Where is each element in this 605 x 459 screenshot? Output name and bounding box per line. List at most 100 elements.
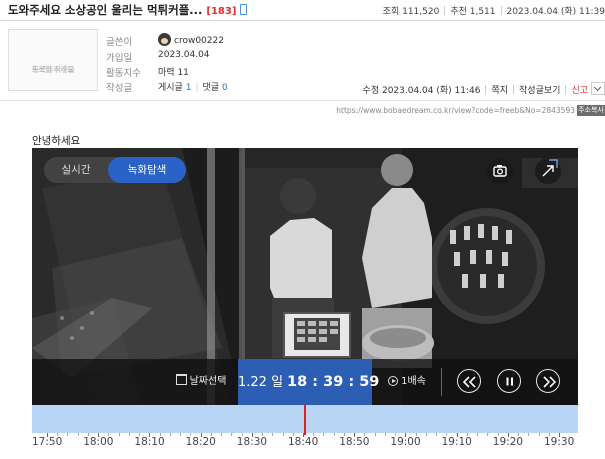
timeline-minor-tick: [425, 433, 427, 436]
post-actions: 수정 2023.04.04 (화) 11:46 쪽지 작성글보기 신고: [363, 82, 605, 96]
timeline-label: 18:30: [236, 436, 268, 448]
timeline-label: 19:00: [390, 436, 421, 448]
section-divider: [0, 100, 605, 101]
timeline-minor-tick: [118, 433, 120, 436]
divider: |: [195, 83, 199, 93]
note-button[interactable]: 쪽지: [491, 86, 508, 96]
divider: [485, 85, 487, 94]
avatar[interactable]: [158, 33, 171, 46]
timeline-minor-tick: [128, 433, 130, 436]
comment-count-badge[interactable]: [183]: [206, 6, 236, 17]
recommend-count: 추천 1,511: [450, 7, 496, 17]
timeline-minor-tick: [180, 433, 182, 436]
timeline-label: 19:10: [441, 436, 472, 448]
view-count: 조회 111,520: [382, 7, 440, 17]
timeline-label: 18:40: [288, 436, 319, 448]
post-title: 도와주세요 소상공인 울리는 먹튀커플...: [8, 3, 203, 17]
timeline-minor-tick: [77, 433, 79, 436]
current-time-display: 1.22 일 18 : 39 : 59: [238, 359, 379, 405]
timeline-minor-tick: [528, 433, 530, 436]
timeline-label: 18:10: [134, 436, 165, 448]
pause-icon: [506, 377, 513, 386]
post-title-row: 도와주세요 소상공인 울리는 먹튀커플... [183]: [8, 2, 248, 18]
comments-count[interactable]: 0: [222, 83, 228, 93]
time-clock: 18 : 39 : 59: [287, 374, 380, 390]
timeline-minor-tick: [169, 433, 171, 436]
posts-count[interactable]: 1: [186, 83, 192, 93]
timeline-minor-tick: [221, 433, 223, 436]
author-label: 글쓴이: [106, 37, 133, 48]
cctv-video-player[interactable]: 실시간 녹화탐색 날짜선택 1.22 일 18 : 39 : 59 1배속: [32, 148, 578, 405]
activity-row: 마력 11: [158, 65, 189, 78]
author-name[interactable]: crow00222: [174, 36, 224, 46]
author-row: crow00222: [158, 33, 224, 46]
camera-icon: [493, 165, 507, 177]
timeline-minor-tick: [374, 433, 376, 436]
tab-live[interactable]: 실시간: [44, 157, 108, 183]
speed-label: 1배속: [401, 376, 426, 387]
posts-label: 작성글: [106, 83, 133, 94]
timeline-minor-tick: [487, 433, 489, 436]
timeline-label: 19:30: [544, 436, 575, 448]
timeline-label: 19:20: [492, 436, 524, 448]
rewind-button[interactable]: [457, 369, 481, 393]
speed-button[interactable]: 1배속: [378, 359, 436, 405]
date-select-label: 날짜선택: [189, 376, 227, 387]
divider: [500, 6, 502, 15]
fast-forward-button[interactable]: [536, 369, 560, 393]
timeline-label: 18:50: [339, 436, 370, 448]
expand-button[interactable]: [535, 158, 561, 184]
timeline-scale: 17:50 18:00 18:10 18:20 18:30 18:40 18:50 19:00…: [32, 433, 578, 459]
joined-date: 2023.04.04: [158, 50, 210, 60]
recording-timeline[interactable]: 17:50 18:00 18:10 18:20 18:30 18:40 18:50 19:00…: [32, 405, 578, 459]
joined-label: 가입일: [106, 53, 133, 64]
timeline-minor-tick: [272, 433, 274, 436]
divider: [444, 6, 446, 15]
divider: [441, 368, 442, 396]
copy-url-button[interactable]: 주소복사: [577, 105, 605, 116]
timeline-playhead[interactable]: [304, 405, 306, 435]
mobile-icon: [240, 4, 248, 15]
playback-control-bar: 날짜선택 1.22 일 18 : 39 : 59 1배속: [32, 359, 578, 405]
divider: [513, 85, 515, 94]
view-posts-button[interactable]: 작성글보기: [519, 86, 560, 96]
expand-icon: [542, 159, 558, 177]
divider: [565, 85, 567, 94]
timeline-minor-tick: [282, 433, 284, 436]
tab-recorded[interactable]: 녹화탐색: [108, 157, 186, 183]
fast-forward-icon: [543, 376, 557, 388]
rewind-icon: [462, 376, 476, 388]
timeline-minor-tick: [477, 433, 479, 436]
comments-count-label[interactable]: 댓글: [203, 83, 220, 93]
posts-row: 게시글 1 | 댓글 0: [158, 80, 228, 93]
pause-button[interactable]: [497, 369, 521, 393]
activity-prefix: 마력: [158, 68, 175, 78]
date-select-button[interactable]: 날짜선택: [165, 359, 237, 405]
camera-button[interactable]: [487, 158, 513, 184]
report-button[interactable]: 신고: [571, 86, 588, 96]
posts-count-label[interactable]: 게시글: [158, 83, 183, 93]
timeline-minor-tick: [231, 433, 233, 436]
timeline-label: 18:20: [185, 436, 216, 448]
timeline-label: 17:50: [32, 436, 63, 448]
play-speed-icon: [388, 376, 399, 386]
activity-value: 11: [177, 68, 189, 78]
post-datetime: 2023.04.04 (화) 11:39: [506, 7, 605, 17]
timeline-minor-tick: [538, 433, 540, 436]
view-mode-toggle[interactable]: 실시간 녹화탐색: [44, 157, 186, 183]
post-url: https://www.bobaedream.co.kr/view?code=f…: [336, 106, 575, 115]
edited-datetime: 수정 2023.04.04 (화) 11:46: [362, 86, 481, 96]
timeline-minor-tick: [384, 433, 386, 436]
timeline-minor-tick: [67, 433, 69, 436]
timeline-minor-tick: [323, 433, 325, 436]
timeline-minor-tick: [436, 433, 438, 436]
time-date: 1.22 일: [238, 375, 284, 390]
post-stats: 조회 111,520 추천 1,511 2023.04.04 (화) 11:39: [383, 4, 605, 17]
activity-label: 활동지수: [106, 68, 141, 79]
post-header: 도와주세요 소상공인 울리는 먹튀커플... [183] 조회 111,520 추천…: [0, 0, 605, 21]
timeline-minor-tick: [333, 433, 335, 436]
profile-photo-text-2: 등록해주세요: [32, 65, 74, 74]
calendar-icon: [175, 374, 187, 385]
timeline-label: 18:00: [83, 436, 114, 448]
more-chevron-icon[interactable]: [591, 82, 605, 95]
